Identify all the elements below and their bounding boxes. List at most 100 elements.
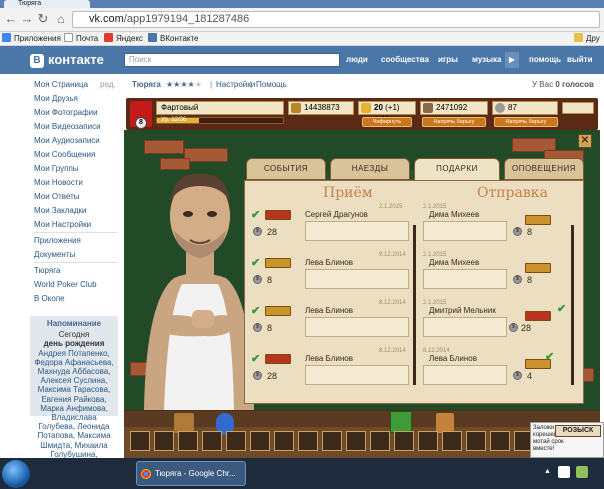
message-box (423, 221, 507, 241)
app-help-link[interactable]: Помощь (256, 74, 287, 96)
game-scene: ✕ СОБЫТИЯ НАЕЗДЫ ПОДАРКИ ОПОВЕЩЕНИЯ Приё… (124, 130, 600, 410)
coin-icon: $ (513, 371, 522, 380)
search-input[interactable]: Поиск (124, 53, 340, 67)
vk-logo[interactable]: Вконтакте (30, 52, 104, 68)
money-icon (291, 103, 301, 113)
menu-app-poker[interactable]: World Poker Club (34, 280, 97, 290)
gift-row-sent[interactable]: 2.1.2015 Дмитрий Мельник ✔ $ 28 (421, 300, 571, 345)
nav-help[interactable]: помощь (529, 55, 561, 64)
toolbar-slot[interactable] (346, 431, 366, 451)
chrome-icon (141, 469, 151, 479)
start-button-icon[interactable] (2, 460, 30, 488)
toolbar-slot[interactable] (322, 431, 342, 451)
menu-audio[interactable]: Мои Аудиозаписи (34, 136, 100, 146)
reminder-names[interactable]: Андрея Потапенко, Федора Афанасьева, Мах… (34, 349, 113, 468)
press-dealer-button-2[interactable]: Напрячь барыгу (494, 117, 558, 127)
received-header: Приём (323, 185, 373, 201)
taskbar-chrome-item[interactable]: Тюряга - Google Chr... (136, 461, 246, 486)
menu-apps[interactable]: Приложения (34, 236, 81, 246)
menu-my-page[interactable]: Моя Страница (34, 80, 88, 90)
gift-row-received[interactable]: ✔ $ 8 8.12.2014 Лева Блинов (249, 300, 411, 345)
gift-row-received[interactable]: ✔ $ 28 8.12.2014 Лева Блинов (249, 348, 411, 393)
ad-banner[interactable]: Заложи корешей и мотай срок вместе! РОЗЫ… (530, 422, 604, 458)
player-name: Фартовый (156, 101, 284, 115)
coin-icon: $ (513, 227, 522, 236)
crate-icon[interactable] (390, 411, 412, 433)
menu-videos[interactable]: Мои Видеозаписи (34, 122, 101, 132)
tray-app-icon[interactable] (558, 466, 570, 478)
toolbar-slot[interactable] (418, 431, 438, 451)
address-bar-row: ← → ↻ ⌂ vk.com/app1979194_181287486 (0, 8, 604, 32)
received-scrollbar[interactable] (413, 225, 416, 385)
app-name[interactable]: Тюряга (132, 74, 161, 96)
coin-icon: $ (253, 275, 262, 284)
separator: | (210, 80, 213, 89)
gift-row-sent[interactable]: 8.12.2014 Лева Блинов ✔ $ 4 (421, 348, 571, 393)
browser-tab[interactable]: Тюряга (4, 0, 90, 8)
menu-messages[interactable]: Мои Сообщения (34, 150, 95, 160)
nav-music[interactable]: музыка (472, 55, 501, 64)
bookmark-folder-other[interactable]: Дру (574, 32, 600, 45)
close-icon[interactable]: ✕ (578, 134, 592, 148)
coins-stat: 87 (492, 101, 558, 115)
toolbar-slot[interactable] (442, 431, 462, 451)
menu-app-okop[interactable]: В Окопе (34, 294, 65, 304)
menu-divider (34, 262, 118, 263)
tab-notifications[interactable]: ОПОВЕЩЕНИЯ (504, 158, 584, 180)
chest-icon[interactable] (436, 413, 454, 433)
nav-logout[interactable]: выйти (567, 55, 593, 64)
menu-documents[interactable]: Документы (34, 250, 75, 260)
press-dealer-button[interactable]: Напрячь барыгу (422, 117, 486, 127)
bookmark-apps[interactable]: Приложения (2, 32, 61, 45)
menu-groups[interactable]: Мои Группы (34, 164, 79, 174)
tab-gifts[interactable]: ПОДАРКИ (414, 158, 500, 182)
menu-bookmarks[interactable]: Мои Закладки (34, 206, 87, 216)
sent-scrollbar[interactable] (571, 225, 574, 385)
menu-app-turyaga[interactable]: Тюряга (34, 266, 60, 276)
toolbar-slot[interactable] (154, 431, 174, 451)
menu-edit-link[interactable]: ред. (100, 80, 116, 90)
toolbar-slot[interactable] (226, 431, 246, 451)
gift-row-received[interactable]: ✔ $ 28 2.1.2015 Сергей Драгунов (249, 204, 411, 249)
toolbar-slot[interactable] (202, 431, 222, 451)
checkmark-icon: ✔ (251, 257, 261, 269)
toolbar-slot[interactable] (466, 431, 486, 451)
toolbar-slot[interactable] (250, 431, 270, 451)
vk-header: Вконтакте Поиск люди сообщества игры муз… (0, 46, 604, 74)
tray-network-icon[interactable] (576, 466, 588, 478)
toolbar-slot[interactable] (130, 431, 150, 451)
gift-row-sent[interactable]: 2.1.2015 Дима Михеев $ 8 (421, 252, 571, 297)
play-icon[interactable]: ▶ (505, 52, 519, 68)
menu-settings[interactable]: Мои Настройки (34, 220, 91, 230)
bookmark-mail[interactable]: Почта (64, 32, 98, 45)
nav-communities[interactable]: сообщества (381, 55, 429, 64)
url-field[interactable]: vk.com/app1979194_181287486 (72, 11, 600, 28)
menu-photos[interactable]: Мои Фотографии (34, 108, 98, 118)
back-arrow-icon[interactable]: ← (4, 12, 18, 26)
hud-extra-slot[interactable] (562, 102, 594, 114)
reload-icon[interactable]: ↻ (36, 12, 50, 26)
menu-news[interactable]: Мои Новости (34, 178, 83, 188)
nav-games[interactable]: игры (438, 55, 458, 64)
toolbar-slot[interactable] (274, 431, 294, 451)
bookmark-yandex[interactable]: Яндекс (104, 32, 143, 45)
toolbar-slot[interactable] (298, 431, 318, 451)
menu-answers[interactable]: Мои Ответы (34, 192, 80, 202)
toolbar-slot[interactable] (394, 431, 414, 451)
hammer-icon[interactable] (174, 413, 194, 433)
knife-icon (423, 103, 433, 113)
tab-raids[interactable]: НАЕЗДЫ (330, 158, 410, 180)
toolbar-slot[interactable] (178, 431, 198, 451)
tab-events[interactable]: СОБЫТИЯ (246, 158, 326, 180)
nav-people[interactable]: люди (346, 55, 368, 64)
menu-friends[interactable]: Мои Друзья (34, 94, 78, 104)
toolbar-slot[interactable] (370, 431, 390, 451)
tray-up-arrow-icon[interactable]: ▲ (544, 468, 551, 475)
forward-arrow-icon[interactable]: → (20, 12, 34, 26)
gift-row-sent[interactable]: 2.1.2015 Дима Михеев $ 8 (421, 204, 571, 249)
chifir-button[interactable]: Чифирнуть (362, 117, 412, 127)
toolbar-slot[interactable] (490, 431, 510, 451)
bookmark-vkontakte[interactable]: ВКонтакте (148, 32, 199, 45)
home-icon[interactable]: ⌂ (54, 12, 68, 26)
gift-row-received[interactable]: ✔ $ 8 9.12.2014 Лева Блинов (249, 252, 411, 297)
